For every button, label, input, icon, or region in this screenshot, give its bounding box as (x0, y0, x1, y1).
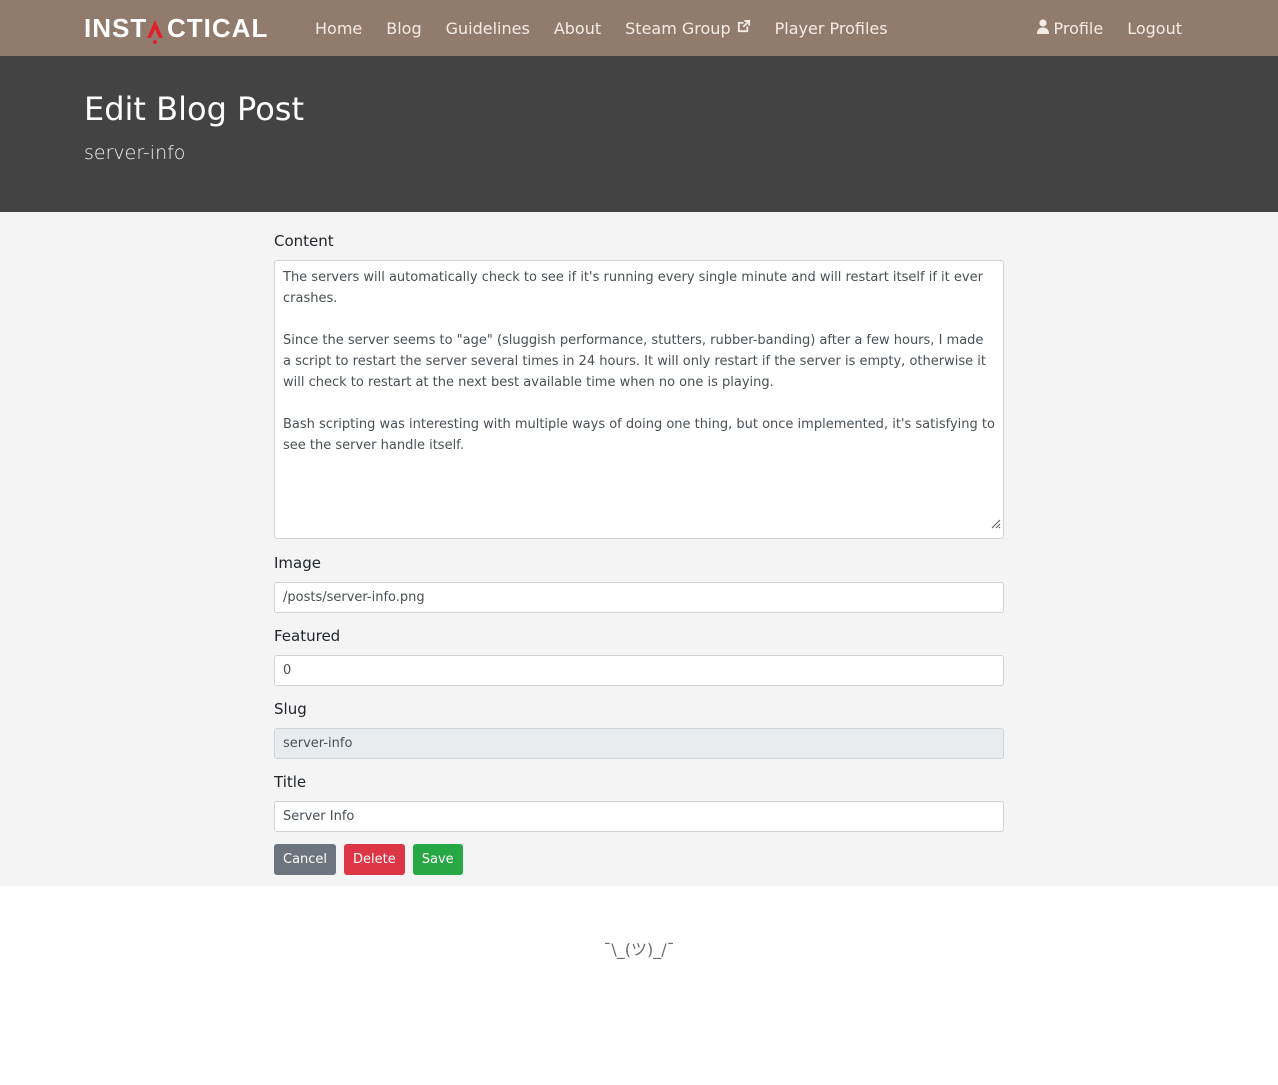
nav-link-label: Player Profiles (774, 18, 888, 38)
nav-link-about[interactable]: About (554, 19, 601, 38)
page-title: Edit Blog Post (84, 90, 304, 128)
title-input[interactable]: Server Info (274, 801, 1004, 832)
logo-text-left: INST (84, 13, 148, 43)
page-subtitle: server-info (84, 142, 186, 164)
footer: ¯\_(ツ)_/¯ (0, 886, 1278, 1085)
content-paragraph: Since the server seems to "age" (sluggis… (283, 333, 991, 390)
nav-link-home[interactable]: Home (315, 19, 362, 38)
edit-post-form: Content The servers will automatically c… (274, 230, 1004, 875)
delete-button[interactable]: Delete (344, 844, 405, 875)
image-input[interactable]: /posts/server-info.png (274, 582, 1004, 613)
nav-link-label: Guidelines (445, 18, 530, 38)
logo-text-right: CTICAL (167, 13, 269, 43)
nav-link-guidelines[interactable]: Guidelines (446, 19, 530, 38)
content-paragraph: Bash scripting was interesting with mult… (283, 417, 1000, 453)
slug-label: Slug (274, 700, 307, 718)
nav-link-logout[interactable]: Logout (1127, 19, 1182, 38)
title-label: Title (274, 773, 307, 791)
nav-links: Home Blog Guidelines About Steam Group P… (315, 0, 912, 56)
nav-link-label: Steam Group (625, 18, 731, 38)
site-logo[interactable]: INSTACTICAL (84, 14, 268, 44)
save-button[interactable]: Save (412, 844, 463, 875)
cancel-button[interactable]: Cancel (274, 844, 337, 875)
external-link-icon (736, 19, 751, 38)
featured-label: Featured (274, 627, 341, 645)
content-paragraph: The servers will automatically check to … (283, 270, 988, 306)
resize-grip-icon[interactable] (989, 515, 1001, 536)
slug-input: server-info (274, 728, 1004, 759)
page-header: Edit Blog Post server-info (0, 56, 1278, 212)
nav-link-label: Logout (1127, 18, 1182, 38)
nav-link-blog[interactable]: Blog (386, 19, 421, 38)
nav-right: Profile Logout (1013, 0, 1182, 56)
nav-link-label: About (553, 18, 602, 38)
content-label: Content (274, 232, 334, 250)
nav-link-label: Home (315, 18, 363, 38)
footer-shrug: ¯\_(ツ)_/¯ (603, 940, 675, 959)
main-content: Content The servers will automatically c… (0, 212, 1278, 886)
content-textarea[interactable]: The servers will automatically check to … (274, 260, 1004, 539)
form-buttons: Cancel Delete Save (274, 844, 1004, 875)
nav-link-label: Blog (386, 18, 422, 38)
nav-link-profile[interactable]: Profile (1037, 19, 1103, 38)
logo-a-mark-icon: A (147, 14, 167, 44)
user-icon (1037, 18, 1053, 38)
nav-link-label: Profile (1053, 18, 1104, 38)
top-navbar: INSTACTICAL Home Blog Guidelines About S… (0, 0, 1278, 56)
featured-input[interactable]: 0 (274, 655, 1004, 686)
nav-link-player-profiles[interactable]: Player Profiles (775, 19, 888, 38)
image-label: Image (274, 554, 321, 572)
nav-link-steam-group[interactable]: Steam Group (625, 19, 750, 38)
